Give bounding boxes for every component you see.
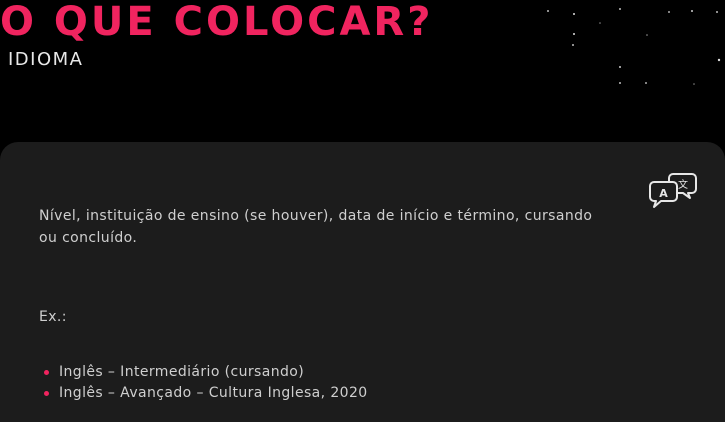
bullet-icon xyxy=(44,391,49,396)
svg-text:A: A xyxy=(659,187,668,200)
list-item: Inglês – Avançado – Cultura Inglesa, 202… xyxy=(44,383,368,404)
example-text: Inglês – Intermediário (cursando) xyxy=(59,364,305,380)
example-text: Inglês – Avançado – Cultura Inglesa, 202… xyxy=(59,385,368,401)
page-subtitle: IDIOMA xyxy=(8,49,84,70)
description-text: Nível, instituição de ensino (se houver)… xyxy=(39,208,593,246)
example-list: Inglês – Intermediário (cursando) Inglês… xyxy=(44,362,368,404)
bullet-icon xyxy=(44,370,49,375)
svg-text:文: 文 xyxy=(678,178,688,191)
translate-icon: 文 A xyxy=(649,173,697,208)
example-label: Ex.: xyxy=(39,309,67,325)
slide: O QUE COLOCAR? IDIOMA 文 A Nível, institu… xyxy=(0,0,725,422)
list-item: Inglês – Intermediário (cursando) xyxy=(44,362,368,383)
page-title: O QUE COLOCAR? xyxy=(0,0,434,45)
